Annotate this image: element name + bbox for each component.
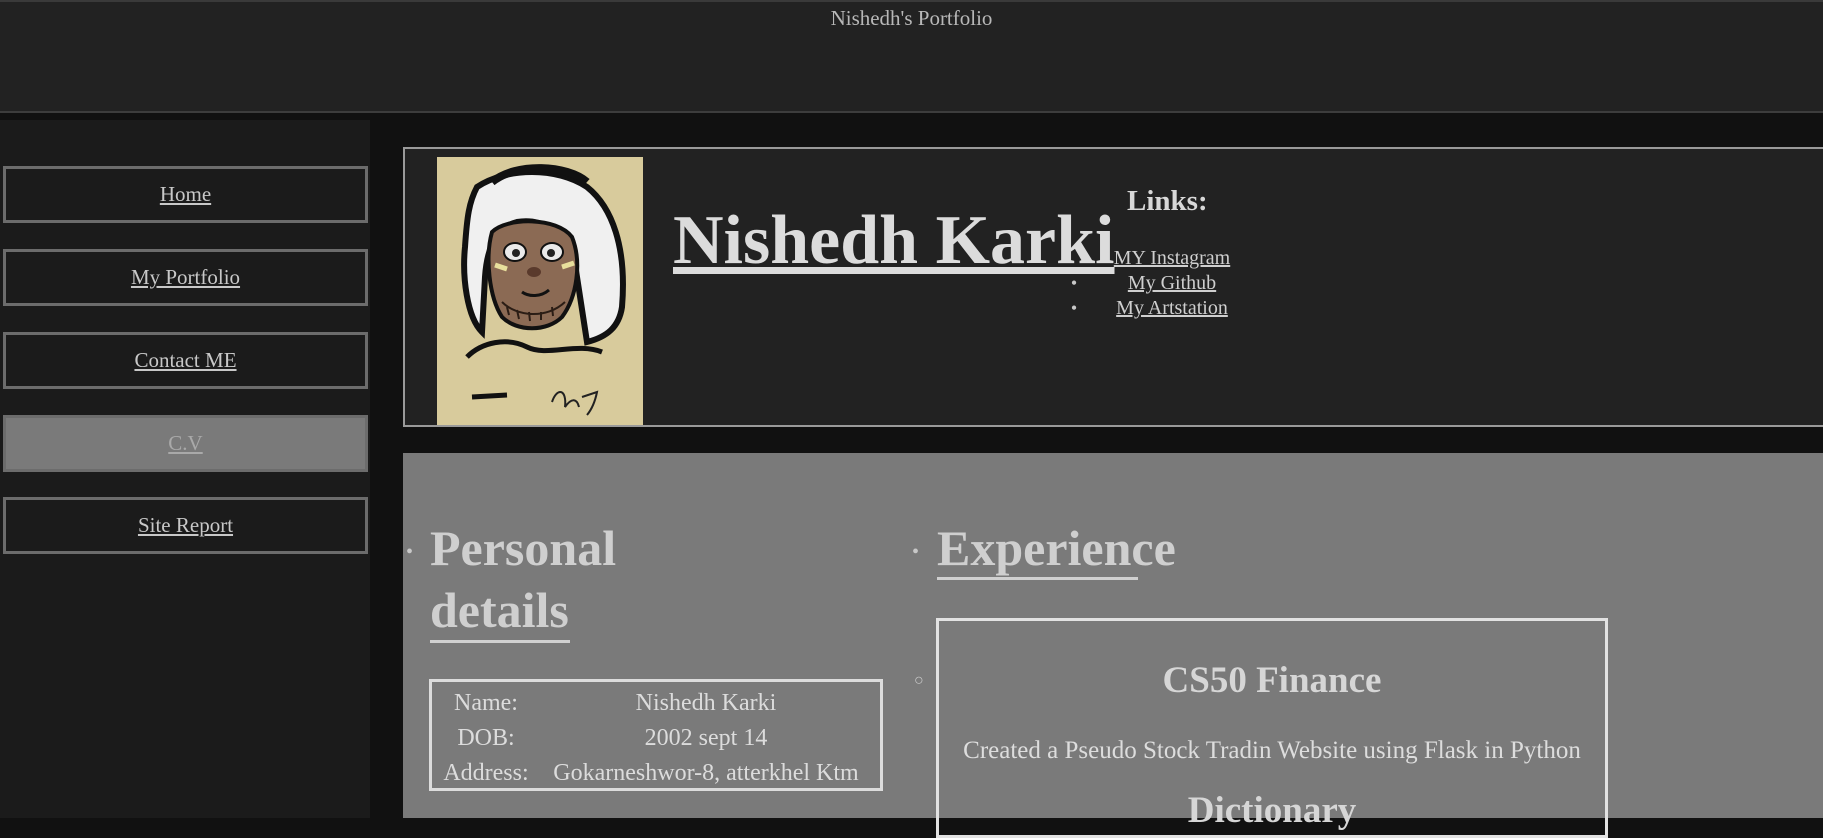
- links-list: MY Instagram • My Github • My Artstation: [1067, 246, 1277, 321]
- detail-key: Name:: [454, 690, 518, 716]
- nav-contact-button[interactable]: Contact ME: [3, 332, 368, 389]
- list-bullet: •: [912, 541, 920, 563]
- table-row: Address: Gokarneshwor-8, atterkhel Ktm: [436, 756, 876, 791]
- profile-card: Nishedh Karki Links: MY Instagram • My G…: [403, 147, 1823, 427]
- detail-value: 2002 sept 14: [644, 725, 768, 751]
- detail-value: Nishedh Karki: [635, 690, 777, 716]
- portrait-sketch-icon: [437, 157, 643, 425]
- experience-title: Dictionary: [1187, 790, 1357, 831]
- cv-content: • Personal details Name: Nishedh Karki D…: [403, 453, 1823, 838]
- table-row: Name: Nishedh Karki: [436, 686, 876, 721]
- experience-title: CS50 Finance: [1162, 660, 1382, 701]
- artstation-link[interactable]: My Artstation: [1116, 297, 1228, 319]
- site-title: Nishedh's Portfolio: [830, 6, 993, 30]
- link-item-instagram: MY Instagram: [1067, 246, 1277, 271]
- nav-home-button[interactable]: Home: [3, 166, 368, 223]
- personal-details-heading: Personal details: [430, 517, 616, 641]
- links-heading: Links:: [1127, 185, 1208, 217]
- experience-description: Created a Pseudo Stock Tradin Website us…: [963, 737, 1581, 764]
- personal-heading-line2: details: [430, 582, 569, 638]
- experience-heading: Experience: [937, 520, 1176, 576]
- detail-value: Gokarneshwor-8, atterkhel Ktm: [553, 760, 859, 786]
- detail-key: Address:: [443, 760, 529, 786]
- list-bullet: •: [1070, 273, 1078, 293]
- link-item-artstation: • My Artstation: [1067, 296, 1277, 321]
- personal-details-table: Name: Nishedh Karki DOB: 2002 sept 14 Ad…: [429, 679, 883, 791]
- nav-cv-button[interactable]: C.V: [3, 415, 368, 472]
- table-row: DOB: 2002 sept 14: [436, 721, 876, 756]
- github-link[interactable]: My Github: [1128, 272, 1216, 294]
- instagram-link[interactable]: MY Instagram: [1114, 247, 1230, 269]
- heading-underline: [430, 640, 570, 643]
- list-bullet: •: [1070, 298, 1078, 318]
- nav-site-report-button[interactable]: Site Report: [3, 497, 368, 554]
- profile-name-heading: Nishedh Karki: [673, 202, 1115, 279]
- link-item-github: • My Github: [1067, 271, 1277, 296]
- personal-heading-line1: Personal: [430, 520, 617, 576]
- detail-key: DOB:: [457, 725, 515, 751]
- heading-underline: [937, 577, 1138, 580]
- list-circle-bullet: ○: [914, 672, 924, 689]
- nav-portfolio-button[interactable]: My Portfolio: [3, 249, 368, 306]
- experience-card: CS50 Finance Created a Pseudo Stock Trad…: [936, 618, 1608, 838]
- sidebar-nav: Home My Portfolio Contact ME C.V Site Re…: [0, 120, 370, 818]
- avatar-image: [437, 157, 643, 425]
- list-bullet: •: [406, 541, 414, 563]
- top-header: Nishedh's Portfolio: [0, 0, 1823, 113]
